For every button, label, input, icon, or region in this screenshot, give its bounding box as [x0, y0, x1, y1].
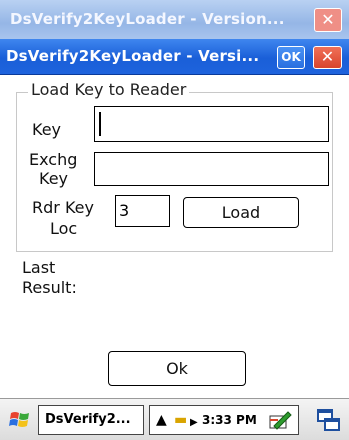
power-icon[interactable]: ▬ — [174, 411, 187, 429]
title-ok-button[interactable]: OK — [277, 46, 305, 69]
close-icon[interactable]: ✕ — [313, 46, 342, 69]
system-tray: ▲ ▬ ▶ 3:33 PM — [149, 405, 299, 435]
load-button[interactable]: Load — [183, 197, 299, 228]
background-window-titlebar: DsVerify2KeyLoader - Version... ✕ — [0, 0, 349, 39]
window-title: DsVerify2KeyLoader - Versi... — [6, 47, 260, 65]
groupbox-title: Load Key to Reader — [28, 80, 190, 99]
taskbar-app-button[interactable]: DsVerify2... — [38, 405, 144, 435]
window-switch-icon[interactable] — [316, 407, 342, 433]
window-titlebar: DsVerify2KeyLoader - Versi... OK ✕ — [0, 39, 349, 75]
exchg-key-input[interactable] — [94, 152, 329, 186]
rdr-key-loc-label-line1: Rdr Key — [32, 198, 94, 217]
key-label: Key — [32, 120, 62, 139]
arrow-icon: ▶ — [190, 417, 198, 428]
last-result-label: Last Result: — [22, 258, 77, 297]
text-caret — [99, 112, 101, 136]
taskbar: DsVerify2... ▲ ▬ ▶ 3:33 PM — [0, 398, 349, 440]
network-icon[interactable]: ▲ — [156, 411, 167, 429]
rdr-key-loc-label-line2: Loc — [50, 219, 78, 238]
windows-start-icon[interactable] — [8, 408, 32, 432]
clock[interactable]: 3:33 PM — [202, 413, 257, 427]
background-window-title: DsVerify2KeyLoader - Version... — [10, 10, 285, 28]
ok-button[interactable]: Ok — [108, 351, 246, 386]
dialog-body: Load Key to Reader Key Exchg Key Rdr Key… — [0, 76, 349, 398]
input-panel-icon[interactable] — [268, 410, 292, 432]
exchg-key-label-line2: Key — [39, 169, 69, 188]
rdr-key-loc-input[interactable]: 3 — [115, 195, 170, 227]
background-close-icon[interactable]: ✕ — [314, 8, 342, 32]
exchg-key-label-line1: Exchg — [29, 150, 78, 169]
key-input[interactable] — [94, 106, 329, 142]
